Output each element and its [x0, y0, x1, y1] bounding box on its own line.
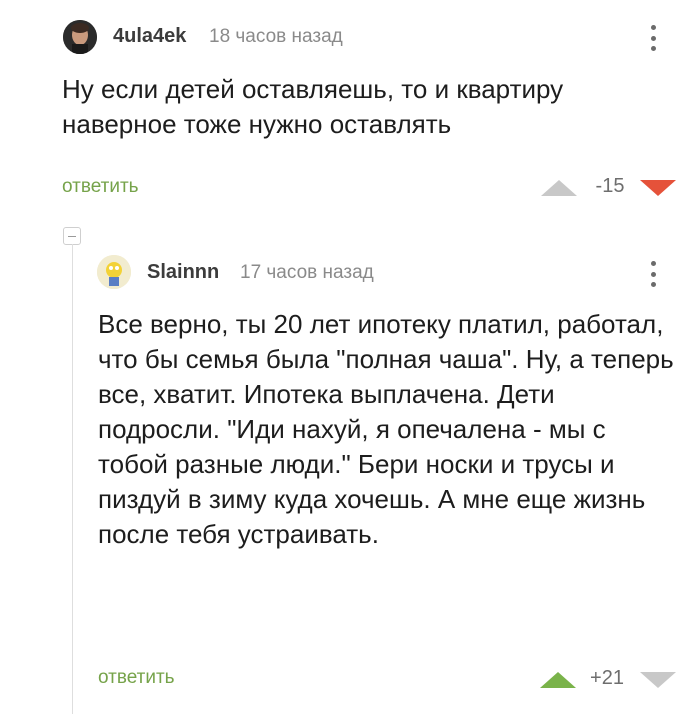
comment-reply: Slainnn 17 часов назад Все верно, ты 20 … — [0, 215, 700, 714]
reply-button[interactable]: ответить — [62, 176, 139, 198]
username[interactable]: Slainnn — [147, 261, 219, 284]
comment-text: Все верно, ты 20 лет ипотеку платил, раб… — [98, 309, 674, 549]
upvote-icon[interactable] — [540, 672, 576, 688]
downvote-icon[interactable] — [640, 180, 676, 196]
rating: -15 — [595, 175, 625, 197]
rating: +21 — [590, 667, 624, 689]
avatar[interactable] — [63, 20, 97, 54]
username[interactable]: 4ula4ek — [113, 25, 186, 48]
reply-button[interactable]: ответить — [98, 667, 175, 689]
comment-text: Ну если детей оставляешь, то и квартиру … — [62, 74, 564, 139]
more-options-icon[interactable] — [646, 259, 660, 289]
timestamp: 17 часов назад — [240, 262, 374, 283]
upvote-icon[interactable] — [541, 180, 577, 196]
downvote-icon[interactable] — [640, 672, 676, 688]
more-options-icon[interactable] — [646, 23, 660, 53]
timestamp: 18 часов назад — [209, 26, 343, 47]
avatar[interactable] — [97, 255, 131, 289]
comment: 4ula4ek 18 часов назад Ну если детей ост… — [0, 0, 700, 215]
